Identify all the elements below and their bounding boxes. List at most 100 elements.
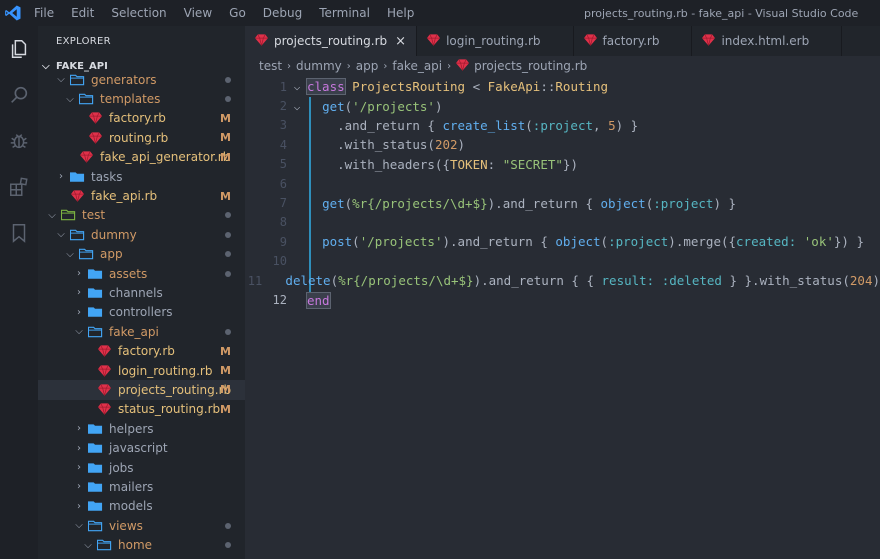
folder-item[interactable]: › javascript [38, 438, 245, 457]
folder-item[interactable]: › mailers [38, 477, 245, 496]
folder-item[interactable]: ⌵ templates [38, 89, 245, 108]
ruby-file-icon [702, 33, 716, 46]
chevron-right-icon: › [77, 481, 81, 493]
folder-open-icon [96, 539, 111, 551]
code-line[interactable]: 2 ⌵ get('/projects') [245, 96, 880, 115]
changes-dot [225, 522, 231, 529]
chevron-down-icon: ⌵ [57, 74, 65, 86]
code-line[interactable]: 4 .with_status(202) [245, 135, 880, 154]
breadcrumb-item[interactable]: fake_api [392, 59, 442, 73]
code-token: "SECRET" [502, 156, 563, 172]
menu-debug[interactable]: Debug [263, 6, 302, 20]
code-line[interactable]: 5 .with_headers({TOKEN: "SECRET"}) [245, 155, 880, 174]
code-token: :project [532, 117, 594, 133]
ruby-file-icon [456, 58, 470, 71]
folder-item[interactable]: › jobs [38, 458, 245, 477]
code-line[interactable]: 10 [245, 252, 880, 271]
folder-item[interactable]: › assets [38, 264, 245, 283]
tree-item-label: models [109, 499, 153, 514]
code-line[interactable]: 3 .and_return { create_list(:project, 5)… [245, 116, 880, 135]
code-token: , [593, 117, 609, 133]
folder-item[interactable]: ⌵ views [38, 516, 245, 535]
code-line[interactable]: 12 end [245, 290, 880, 309]
folder-item[interactable]: ⌵ fake_api [38, 322, 245, 341]
tab-login-routing-rb[interactable]: login_routing.rb [417, 26, 574, 56]
fold-chevron-icon[interactable]: ⌵ [287, 80, 307, 93]
tree-item-label: app [100, 247, 123, 262]
breadcrumb-item[interactable]: test [259, 59, 282, 73]
breadcrumb-item[interactable]: app [356, 59, 379, 73]
folder-item[interactable]: › helpers [38, 419, 245, 438]
tree-item-label: generators [91, 72, 157, 87]
file-item[interactable]: status_routing.rb M [38, 400, 245, 419]
line-number: 2 [279, 99, 287, 114]
line-number: 3 [279, 118, 287, 133]
code-token: .and_return { [307, 117, 443, 133]
folder-item[interactable]: › models [38, 497, 245, 516]
tab-index-html-erb[interactable]: index.html.erb [692, 26, 843, 56]
folder-icon [69, 171, 84, 182]
menu-terminal[interactable]: Terminal [319, 6, 370, 20]
code-token: ).and_return { { [473, 273, 602, 289]
code-token: ).and_return { [442, 234, 556, 250]
close-icon[interactable]: × [395, 34, 406, 49]
code-token: ) [872, 273, 880, 289]
file-item[interactable]: routing.rb M [38, 128, 245, 147]
menu-help[interactable]: Help [387, 6, 414, 20]
explorer-icon[interactable] [0, 26, 38, 72]
breadcrumb-item[interactable]: dummy [296, 59, 342, 73]
file-item[interactable]: factory.rb M [38, 341, 245, 360]
breadcrumb-item[interactable]: projects_routing.rb [474, 59, 587, 73]
tab-factory-rb[interactable]: factory.rb [573, 26, 693, 56]
folder-item[interactable]: › controllers [38, 303, 245, 322]
chevron-right-icon: › [77, 306, 81, 318]
folder-item[interactable]: ⌵ dummy [38, 225, 245, 244]
code-token: post [322, 234, 353, 250]
extensions-icon[interactable] [0, 164, 38, 210]
tree-item-label: login_routing.rb [118, 363, 213, 378]
debug-icon[interactable] [0, 118, 38, 164]
file-item[interactable]: fake_api.rb M [38, 186, 245, 205]
modified-badge: M [220, 189, 231, 203]
code-line[interactable]: 1 ⌵ class ProjectsRouting < FakeApi::Routi… [245, 77, 880, 96]
file-item[interactable]: login_routing.rb M [38, 361, 245, 380]
menu-selection[interactable]: Selection [111, 6, 166, 20]
search-icon[interactable] [0, 72, 38, 118]
file-item[interactable]: fake_api_generator.rb M [38, 148, 245, 167]
folder-item[interactable]: ⌵ test [38, 206, 245, 225]
tab-projects-routing-rb[interactable]: projects_routing.rb × [245, 26, 418, 56]
menu-go[interactable]: Go [229, 6, 246, 20]
code-token: }) [562, 156, 578, 172]
code-token: :deleted [661, 273, 722, 289]
tree-item-label: routing.rb [109, 130, 169, 145]
fold-chevron-icon[interactable]: ⌵ [287, 100, 307, 113]
tab-label: login_routing.rb [446, 34, 541, 48]
file-item[interactable]: factory.rb M [38, 109, 245, 128]
folder-item[interactable]: ⌵ home [38, 535, 245, 554]
chevron-right-icon: › [77, 462, 81, 473]
code-line[interactable]: 8 [245, 213, 880, 232]
modified-badge: M [220, 131, 231, 145]
folder-item[interactable]: › tasks [38, 167, 245, 186]
file-item[interactable]: projects_routing.rb M [38, 380, 245, 400]
code-editor[interactable]: 1 ⌵ class ProjectsRouting < FakeApi::Routi… [245, 76, 880, 559]
chevron-right-icon: › [77, 442, 81, 454]
folder-item[interactable]: › channels [38, 283, 245, 302]
menu-view[interactable]: View [184, 6, 212, 20]
tree-item-label: home [118, 538, 153, 553]
line-number: 10 [272, 254, 287, 269]
menu-file[interactable]: File [34, 6, 54, 20]
code-line[interactable]: 7 get(%r{/projects/\d+$}).and_return { o… [245, 193, 880, 212]
code-line[interactable]: 11 delete(%r{/projects/\d+$}).and_return… [245, 271, 880, 290]
code-line[interactable]: 6 [245, 174, 880, 193]
folder-item[interactable]: ⌵ app [38, 245, 245, 264]
code-line[interactable]: 9 post('/projects').and_return { object(… [245, 232, 880, 251]
ruby-file-icon [427, 33, 441, 46]
menu-edit[interactable]: Edit [71, 6, 94, 20]
folder-open-icon [78, 93, 93, 105]
code-token: '/projects' [359, 234, 443, 250]
bookmark-icon[interactable] [0, 210, 38, 256]
folder-item[interactable]: ⌵ generators [38, 70, 245, 89]
folder-icon [87, 462, 102, 473]
